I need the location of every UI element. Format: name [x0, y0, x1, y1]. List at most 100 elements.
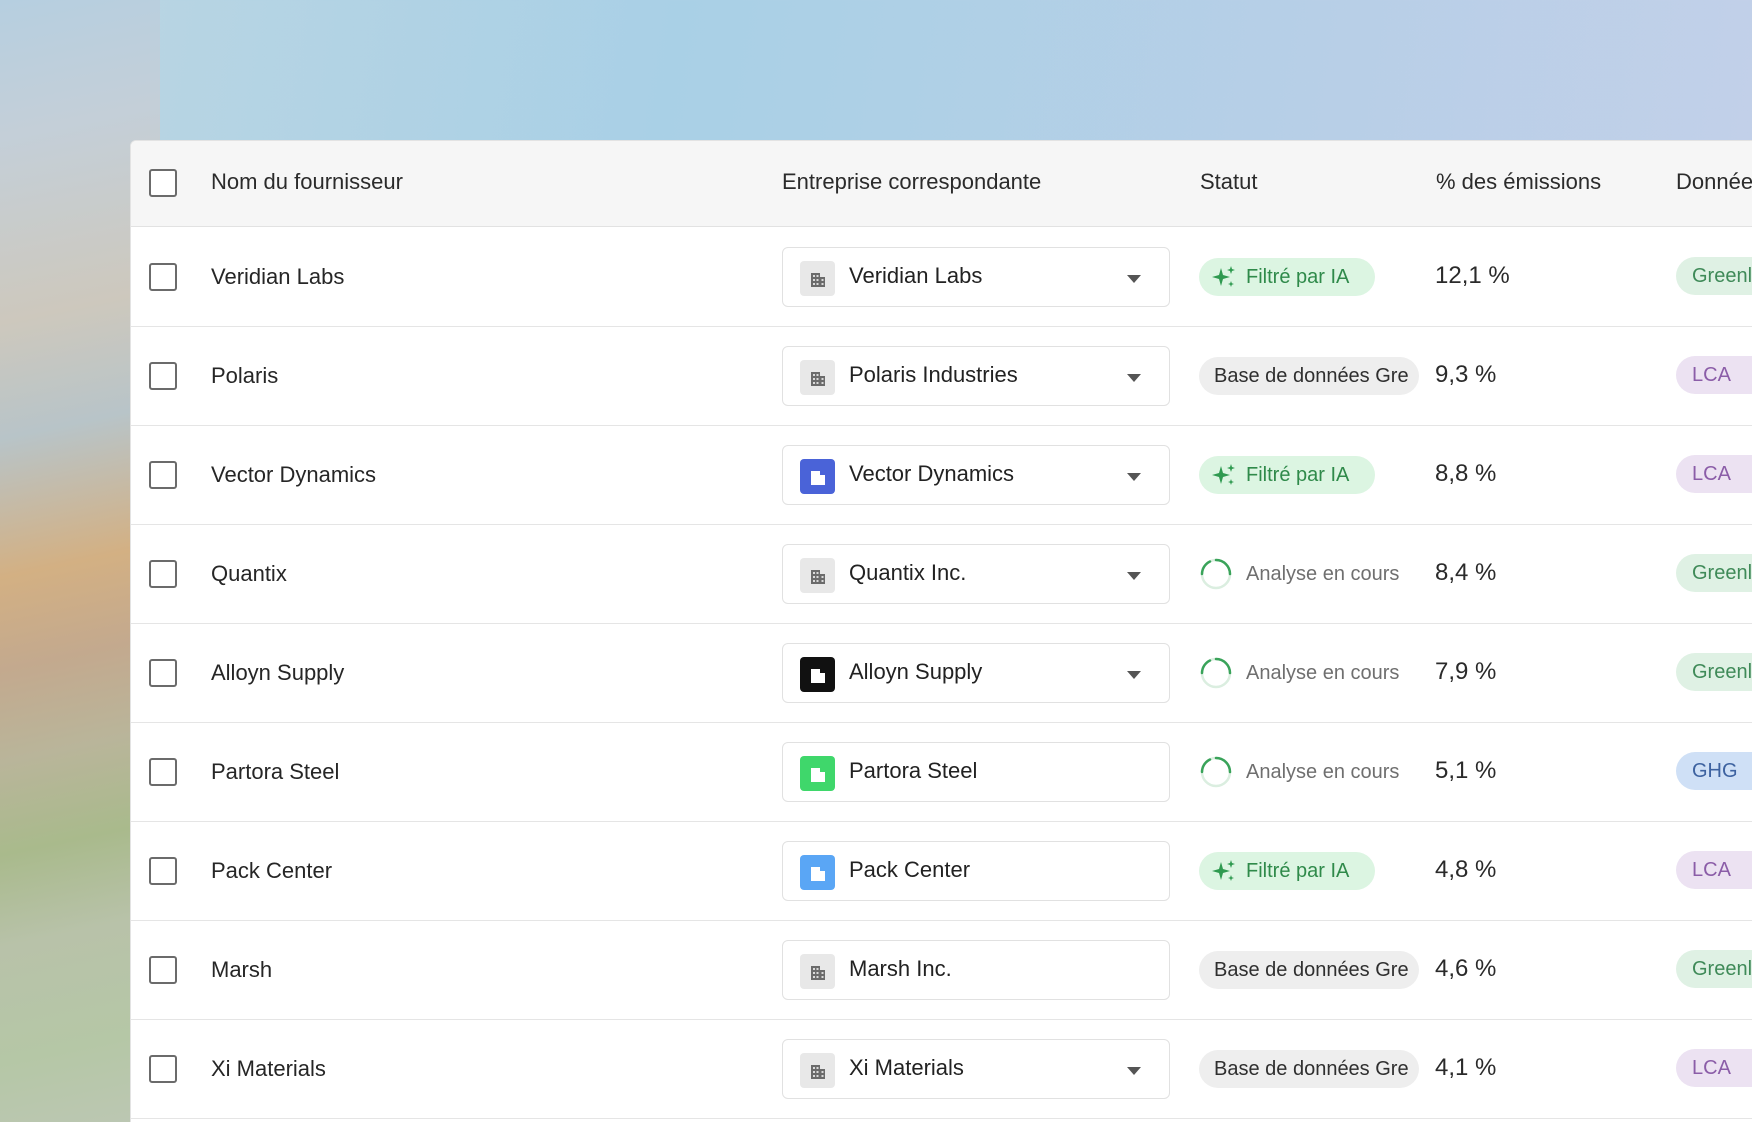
supplier-name: Alloyn Supply [211, 660, 345, 685]
supplier-name: Quantix [211, 561, 287, 586]
company-name: Polaris Industries [849, 362, 1018, 387]
column-header-emissions[interactable]: % des émissions [1436, 169, 1601, 195]
status-label: Analyse en cours [1246, 662, 1400, 684]
emissions-percent: 4,6 % [1435, 955, 1497, 982]
sparkle-icon [1209, 262, 1239, 296]
company-name: Partora Steel [849, 758, 978, 783]
company-name: Pack Center [849, 857, 971, 882]
company-select[interactable]: Alloyn Supply [782, 643, 1170, 703]
supplier-name: Polaris [211, 363, 279, 388]
supplier-name: Marsh [211, 957, 273, 982]
row-checkbox[interactable] [149, 461, 177, 489]
table-row[interactable]: Alloyn Supply Alloyn Supply Analyse en cou… [131, 624, 1752, 723]
emissions-percent: 4,1 % [1435, 1054, 1497, 1081]
company-select[interactable]: Quantix Inc. [782, 544, 1170, 604]
company-select[interactable]: Pack Center [782, 841, 1170, 901]
building-icon [800, 1053, 835, 1088]
table-header: Nom du fournisseur Entreprise correspond… [131, 141, 1752, 227]
row-checkbox[interactable] [149, 758, 177, 786]
status-badge: Filtré par IA [1199, 258, 1375, 296]
supplier-table-panel: Nom du fournisseur Entreprise correspond… [130, 140, 1752, 1122]
status-label: Filtré par IA [1246, 860, 1350, 882]
building-icon [800, 360, 835, 395]
column-header-company[interactable]: Entreprise correspondante [782, 169, 1041, 195]
sparkle-icon [1209, 460, 1239, 494]
table-row[interactable]: Polaris Polaris Industries Base de données… [131, 327, 1752, 426]
emissions-percent: 12,1 % [1435, 262, 1510, 289]
data-source-tag: LCA [1676, 455, 1752, 493]
status-label: Base de données Gre [1214, 959, 1409, 981]
table-row[interactable]: Marsh Marsh Inc. Base de données Gre 4,6 % G… [131, 921, 1752, 1020]
emissions-percent: 9,3 % [1435, 361, 1497, 388]
row-checkbox[interactable] [149, 1055, 177, 1083]
supplier-name: Pack Center [211, 858, 333, 883]
status-badge: Analyse en cours [1199, 654, 1419, 692]
select-all-checkbox[interactable] [149, 169, 177, 197]
company-select[interactable]: Xi Materials [782, 1039, 1170, 1099]
building-icon [800, 261, 835, 296]
building-icon [800, 855, 835, 890]
emissions-percent: 4,8 % [1435, 856, 1497, 883]
table-row[interactable]: Quantix Quantix Inc. Analyse en cours 8,4 %… [131, 525, 1752, 624]
company-name: Vector Dynamics [849, 461, 1015, 486]
building-icon [800, 558, 835, 593]
company-select[interactable]: Partora Steel [782, 742, 1170, 802]
chevron-down-icon[interactable] [1127, 1067, 1141, 1075]
status-label: Analyse en cours [1246, 563, 1400, 585]
supplier-name: Veridian Labs [211, 264, 345, 289]
chevron-down-icon[interactable] [1127, 572, 1141, 580]
emissions-percent: 7,9 % [1435, 658, 1497, 685]
column-header-data[interactable]: Donnée [1676, 169, 1752, 195]
data-source-tag: LCA [1676, 851, 1752, 889]
status-badge: Filtré par IA [1199, 456, 1375, 494]
status-badge: Base de données Gre [1199, 357, 1419, 395]
company-select[interactable]: Veridian Labs [782, 247, 1170, 307]
loading-spinner-icon [1199, 656, 1233, 692]
table-row[interactable]: Xi Materials Xi Materials Base de données … [131, 1020, 1752, 1119]
company-name: Marsh Inc. [849, 956, 952, 981]
status-badge: Base de données Gre [1199, 1050, 1419, 1088]
data-source-tag: LCA [1676, 356, 1752, 394]
table-row[interactable]: Vector Dynamics Vector Dynamics Filtré par… [131, 426, 1752, 525]
chevron-down-icon[interactable] [1127, 671, 1141, 679]
table-row[interactable]: Veridian Labs Veridian Labs Filtré par IA 1… [131, 228, 1752, 327]
column-header-supplier[interactable]: Nom du fournisseur [211, 169, 403, 195]
data-source-tag: Greenl [1676, 653, 1752, 691]
status-label: Base de données Gre [1214, 1058, 1409, 1080]
sparkle-icon [1209, 856, 1239, 890]
building-icon [800, 657, 835, 692]
status-badge: Base de données Gre [1199, 951, 1419, 989]
supplier-name: Vector Dynamics [211, 462, 377, 487]
status-badge: Analyse en cours [1199, 753, 1419, 791]
company-select[interactable]: Marsh Inc. [782, 940, 1170, 1000]
building-icon [800, 756, 835, 791]
company-select[interactable]: Vector Dynamics [782, 445, 1170, 505]
chevron-down-icon[interactable] [1127, 275, 1141, 283]
company-name: Quantix Inc. [849, 560, 967, 585]
row-checkbox[interactable] [149, 956, 177, 984]
company-select[interactable]: Polaris Industries [782, 346, 1170, 406]
column-header-status[interactable]: Statut [1200, 169, 1257, 195]
status-label: Filtré par IA [1246, 464, 1350, 486]
row-checkbox[interactable] [149, 659, 177, 687]
emissions-percent: 8,8 % [1435, 460, 1497, 487]
loading-spinner-icon [1199, 755, 1233, 791]
row-checkbox[interactable] [149, 263, 177, 291]
status-label: Analyse en cours [1246, 761, 1400, 783]
table-row[interactable]: Pack Center Pack Center Filtré par IA 4,8 %… [131, 822, 1752, 921]
company-name: Xi Materials [849, 1055, 964, 1080]
data-source-tag: LCA [1676, 1049, 1752, 1087]
chevron-down-icon[interactable] [1127, 473, 1141, 481]
supplier-name: Xi Materials [211, 1056, 326, 1081]
table-row[interactable]: Partora Steel Partora Steel Analyse en cou… [131, 723, 1752, 822]
company-name: Veridian Labs [849, 263, 983, 288]
chevron-down-icon[interactable] [1127, 374, 1141, 382]
building-icon [800, 459, 835, 494]
status-label: Base de données Gre [1214, 365, 1409, 387]
emissions-percent: 8,4 % [1435, 559, 1497, 586]
row-checkbox[interactable] [149, 362, 177, 390]
data-source-tag: Greenl [1676, 950, 1752, 988]
row-checkbox[interactable] [149, 560, 177, 588]
building-icon [800, 954, 835, 989]
row-checkbox[interactable] [149, 857, 177, 885]
